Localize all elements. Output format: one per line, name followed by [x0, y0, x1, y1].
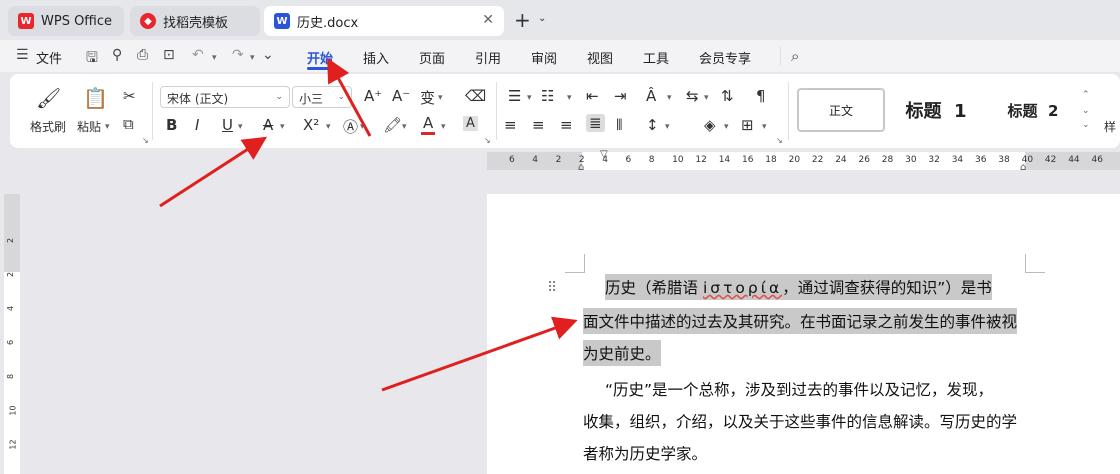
arrow-to-strikethrough [159, 136, 268, 208]
arrow-to-selected-text [381, 316, 578, 392]
arrow-to-home-tab [327, 57, 372, 137]
annotation-arrows [159, 57, 578, 392]
